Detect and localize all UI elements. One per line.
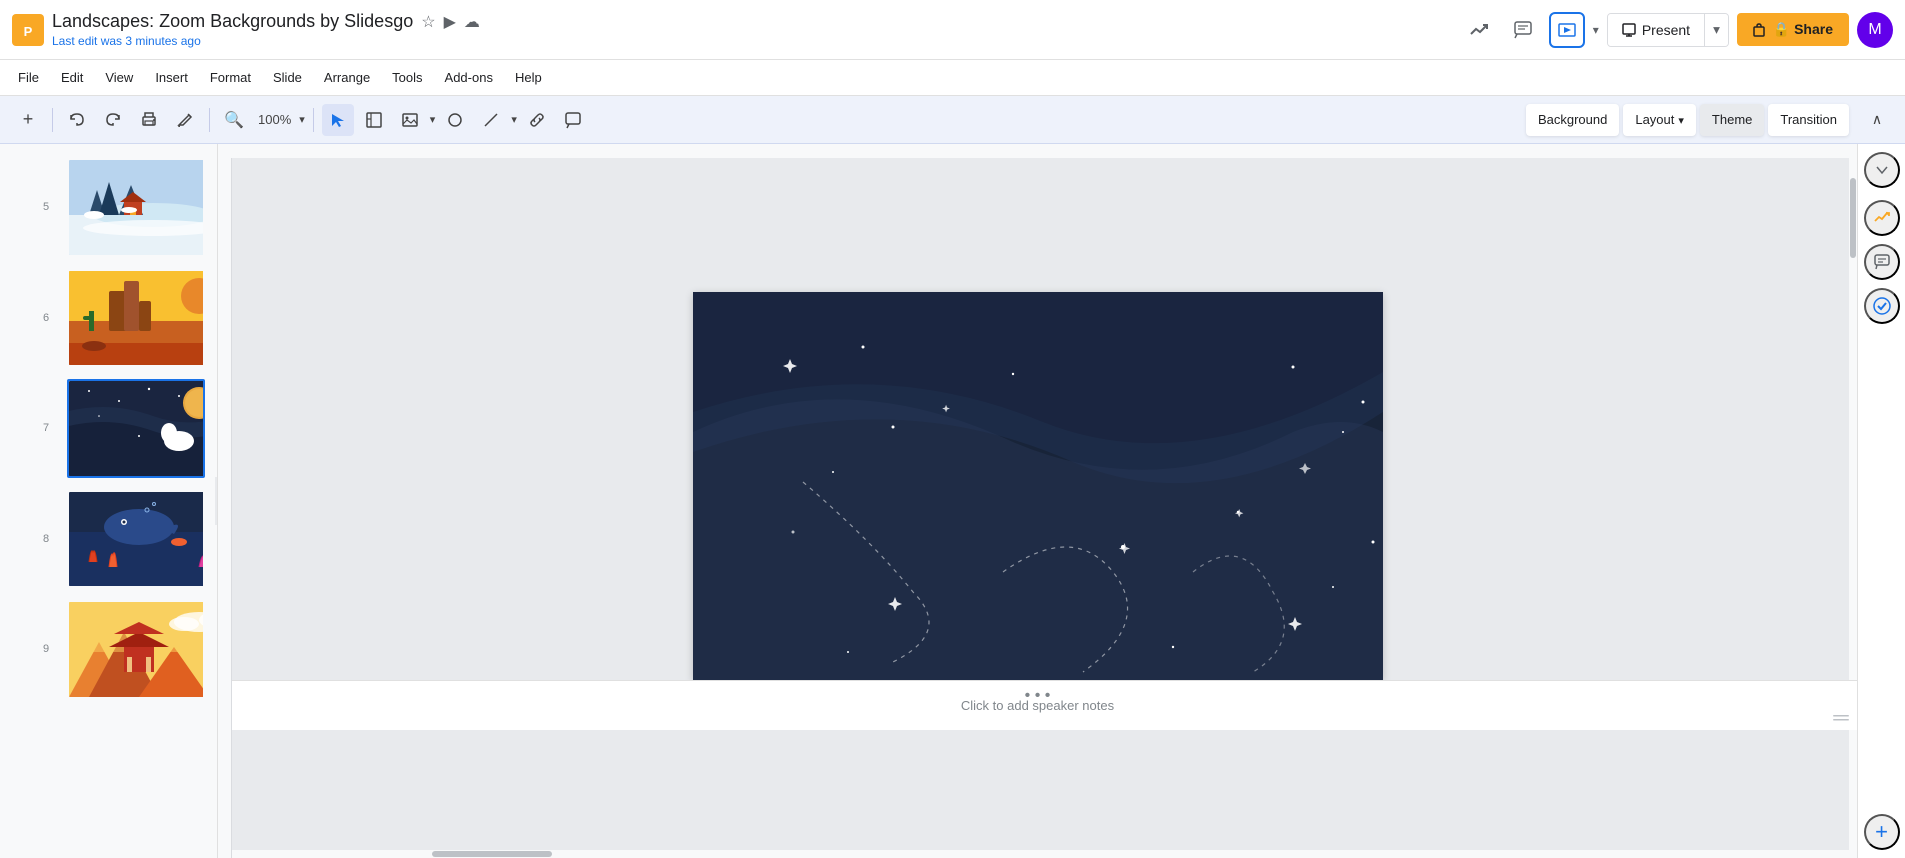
menu-arrange[interactable]: Arrange [314,66,380,89]
slide-8-thumb[interactable]: ✦ [67,490,205,589]
toolbar-divider-2 [209,108,210,132]
doc-title-area: Landscapes: Zoom Backgrounds by Slidesgo… [52,11,1453,48]
menu-addons[interactable]: Add-ons [435,66,503,89]
layout-btn[interactable]: Layout▾ [1623,104,1696,136]
ruler-left [218,158,232,858]
toolbar-divider-3 [313,108,314,132]
redo-btn[interactable] [97,104,129,136]
slide-6-wrapper: 6 [0,263,217,374]
toolbar: + 🔍 100% ▾ ▾ ▾ Background Layout▾ [0,96,1905,144]
canvas-area: // Just decorative ruler lines rendered … [218,144,1857,858]
menu-slide[interactable]: Slide [263,66,312,89]
menu-help[interactable]: Help [505,66,552,89]
slideshow-icon-btn[interactable] [1549,12,1585,48]
zoom-value[interactable]: 100% [254,112,295,127]
share-button[interactable]: 🔒 Share [1737,13,1849,46]
image-arrow[interactable]: ▾ [430,113,436,126]
menu-format[interactable]: Format [200,66,261,89]
cursor-btn[interactable] [322,104,354,136]
menu-view[interactable]: View [95,66,143,89]
toolbar-divider-1 [52,108,53,132]
menu-file[interactable]: File [8,66,49,89]
print-btn[interactable] [133,104,165,136]
present-label: Present [1642,22,1690,38]
trending-icon-btn[interactable] [1461,12,1497,48]
paint-btn[interactable] [169,104,201,136]
app-icon: P [12,14,44,46]
svg-text:P: P [24,24,33,39]
present-main-btn[interactable]: Present [1608,14,1704,46]
comment-sidebar-btn[interactable] [1864,244,1900,280]
collapse-sidebar-btn[interactable] [1864,152,1900,188]
slide-7-wrapper: 7 [0,373,217,484]
zoom-arrow[interactable]: ▾ [299,113,305,126]
star-icon[interactable]: ☆ [421,12,435,32]
last-edit-link[interactable]: Last edit was 3 minutes ago [52,34,1453,48]
slide-8-num: 8 [30,533,49,545]
slide-6-num: 6 [30,312,49,324]
slide-9-num: 9 [30,643,49,655]
vertical-scroll-thumb[interactable] [1850,178,1856,258]
zoom-out-btn[interactable]: 🔍 [218,104,250,136]
main-layout: 5 [0,144,1905,858]
background-btn[interactable]: Background [1526,104,1619,136]
link-btn[interactable] [521,104,553,136]
slide-panel: 5 [0,144,218,858]
line-btn[interactable] [475,104,507,136]
header-right: ▾ Present ▾ 🔒 Share M [1461,12,1893,48]
comments-icon-btn[interactable] [1505,12,1541,48]
horizontal-scrollbar[interactable] [232,850,1849,858]
right-sidebar: + [1857,144,1905,858]
slide-9-thumb[interactable] [67,600,205,699]
explore-icon-btn[interactable] [1864,200,1900,236]
notes-resize-handle[interactable] [1833,710,1849,726]
slide-5-num: 5 [30,201,49,213]
slide-9-wrapper: 9 [0,594,217,705]
slide-canvas[interactable] [693,292,1383,680]
menu-tools[interactable]: Tools [382,66,432,89]
doc-title: Landscapes: Zoom Backgrounds by Slidesgo [52,11,413,32]
vertical-scrollbar[interactable] [1849,158,1857,858]
slide-7-num: 7 [30,422,49,434]
slide-8-wrapper: 8 [0,484,217,595]
add-btn[interactable]: + [12,104,44,136]
transition-btn[interactable]: Transition [1768,104,1849,136]
menu-bar: File Edit View Insert Format Slide Arran… [0,60,1905,96]
slide-7-thumb[interactable] [67,379,205,478]
ruler-top: // Just decorative ruler lines rendered … [218,144,1857,158]
add-sidebar-btn[interactable]: + [1864,814,1900,850]
title-bar: P Landscapes: Zoom Backgrounds by Slides… [0,0,1905,60]
present-dropdown-btn[interactable]: ▾ [1704,14,1728,46]
slide-5-wrapper: 5 [0,152,217,263]
text-btn[interactable] [358,104,390,136]
menu-insert[interactable]: Insert [145,66,198,89]
user-avatar[interactable]: M [1857,12,1893,48]
image-btn[interactable] [394,104,426,136]
share-label: 🔒 Share [1773,21,1833,38]
slideshow-dropdown[interactable]: ▾ [1593,23,1599,37]
shape-btn[interactable] [439,104,471,136]
notes-area[interactable]: • • • Click to add speaker notes [218,680,1857,730]
menu-edit[interactable]: Edit [51,66,93,89]
present-button[interactable]: Present ▾ [1607,13,1729,47]
theme-btn[interactable]: Theme [1700,104,1764,136]
folder-icon[interactable]: ▶ [444,12,456,32]
check-icon-btn[interactable] [1864,288,1900,324]
undo-btn[interactable] [61,104,93,136]
cloud-icon[interactable]: ☁ [464,12,480,32]
horizontal-scroll-thumb[interactable] [432,851,552,857]
comment-btn[interactable] [557,104,589,136]
slide-5-thumb[interactable] [67,158,205,257]
toolbar-right: Background Layout▾ Theme Transition [1526,104,1849,136]
notes-expand-dots[interactable]: • • • [1025,687,1051,705]
collapse-toolbar-btn[interactable]: ∧ [1861,104,1893,136]
slide-6-thumb[interactable] [67,269,205,368]
line-arrow[interactable]: ▾ [511,113,517,126]
